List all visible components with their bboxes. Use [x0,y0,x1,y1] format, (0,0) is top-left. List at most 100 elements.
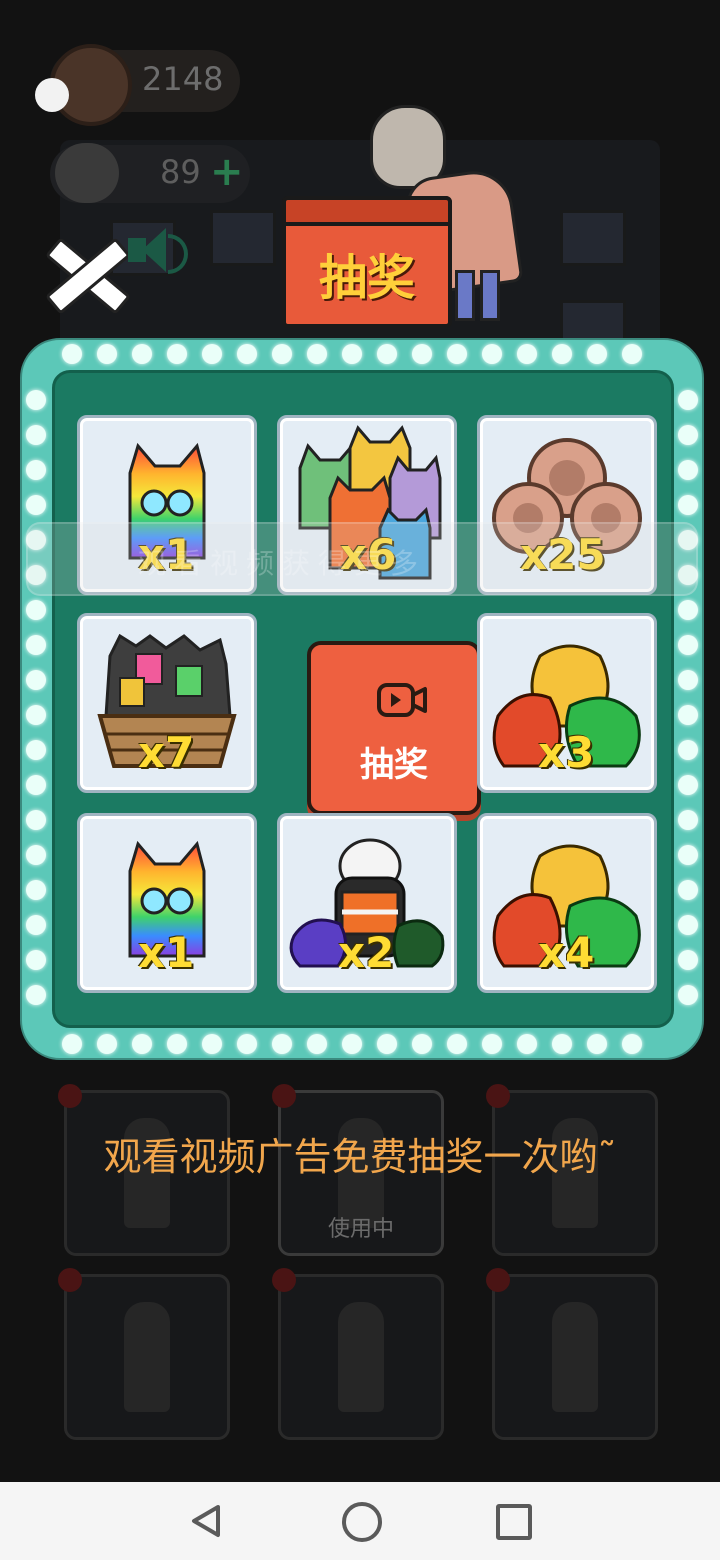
prize-cell-cat-basket: x7 [77,613,257,793]
marquee-bulb [678,600,698,620]
marquee-bulb [587,1034,607,1054]
in-use-caption: 使用中 [327,1217,394,1242]
marquee-bulb [26,985,46,1005]
marquee-bulb [622,344,642,364]
marquee-bulb [678,845,698,865]
notification-dot [486,1084,510,1108]
recent-apps-icon[interactable] [496,1504,532,1540]
notification-dot [272,1268,296,1292]
marquee-bulb [678,810,698,830]
marquee-bulb [272,344,292,364]
notification-dot [58,1084,82,1108]
close-icon[interactable] [40,232,130,312]
marquee-bulb [678,670,698,690]
marquee-bulb [517,344,537,364]
cat-value: 89 [160,153,201,191]
marquee-bulb [552,1034,572,1054]
marquee-bulb [447,344,467,364]
marquee-bulb [272,1034,292,1054]
marquee-bulb [26,495,46,515]
marquee-bulb [517,1034,537,1054]
marquee-bulb [678,705,698,725]
marquee-bulb [678,635,698,655]
sound-icon[interactable] [128,228,188,278]
background-window [210,210,276,266]
coin-value: 2148 [142,60,224,98]
prize-cell-treasure-bags: x4 [477,813,657,993]
marquee-bulb [678,495,698,515]
marquee-bulb [237,1034,257,1054]
marquee-bulb [26,600,46,620]
marquee-bulb [167,1034,187,1054]
marquee-bulb [62,344,82,364]
background-window [560,210,626,266]
marquee-bulb [412,344,432,364]
faded-toast-text: 观看视频获得更多 [138,547,427,580]
draw-button[interactable]: 抽奖 [307,641,481,815]
back-icon[interactable] [190,1504,222,1538]
character-card [492,1274,658,1440]
marquee-bulb [26,670,46,690]
notification-dot [58,1268,82,1292]
marquee-bulb [678,950,698,970]
marquee-bulb [26,810,46,830]
marquee-bulb [26,635,46,655]
prize-quantity: x2 [338,928,395,977]
marquee-bulb [26,740,46,760]
marquee-bulb [202,344,222,364]
marquee-bulb [132,1034,152,1054]
prize-quantity: x1 [138,928,195,977]
marquee-bulb [678,740,698,760]
marquee-bulb [307,344,327,364]
prize-cell-rainbow-cat: x1 [77,813,257,993]
marquee-bulb [202,1034,222,1054]
marquee-bulb [482,344,502,364]
marquee-bulb [62,1034,82,1054]
prize-cell-treasure-bags: x3 [477,613,657,793]
marquee-bulb [26,705,46,725]
notification-dot [272,1084,296,1108]
prize-quantity: x3 [538,728,595,777]
character-card [278,1274,444,1440]
marquee-bulb [26,775,46,795]
marquee-bulb [678,460,698,480]
lottery-panel: x1 x6 x25 x7 抽奖 x3 x1 x2 x4 [20,338,704,1060]
marquee-bulb [26,915,46,935]
prize-cell-panda-with-bags: x2 [277,813,457,993]
marquee-bulb [26,425,46,445]
marquee-bulb [342,1034,362,1054]
marquee-bulb [97,1034,117,1054]
marquee-bulb [132,344,152,364]
marquee-bulb [678,915,698,935]
marquee-bulb [587,344,607,364]
marquee-bulb [237,344,257,364]
marquee-bulb [447,1034,467,1054]
floating-dot[interactable] [35,78,69,112]
cat-counter: 89 + [50,143,250,203]
marquee-bulb [26,390,46,410]
marquee-bulb [26,460,46,480]
notification-dot [486,1268,510,1292]
marquee-bulb [342,344,362,364]
coin-counter: 2148 [50,44,240,126]
system-nav-bar [0,1482,720,1560]
home-icon[interactable] [342,1502,382,1542]
marquee-bulb [678,880,698,900]
marquee-bulb [97,344,117,364]
marquee-bulb [26,950,46,970]
marquee-bulb [412,1034,432,1054]
prize-quantity: x7 [138,728,195,777]
marquee-bulb [622,1034,642,1054]
draw-box-label: 抽奖 [318,250,415,306]
lottery-grid: x1 x6 x25 x7 抽奖 x3 x1 x2 x4 [52,370,674,1028]
character-card [64,1274,230,1440]
marquee-bulb [678,425,698,445]
add-cats-plus-icon[interactable]: + [210,149,244,195]
prize-quantity: x4 [538,928,595,977]
marquee-bulb [482,1034,502,1054]
marquee-bulb [678,390,698,410]
marquee-bulb [552,344,572,364]
marquee-bulb [167,344,187,364]
video-camera-icon [377,683,427,717]
marquee-bulb [377,1034,397,1054]
